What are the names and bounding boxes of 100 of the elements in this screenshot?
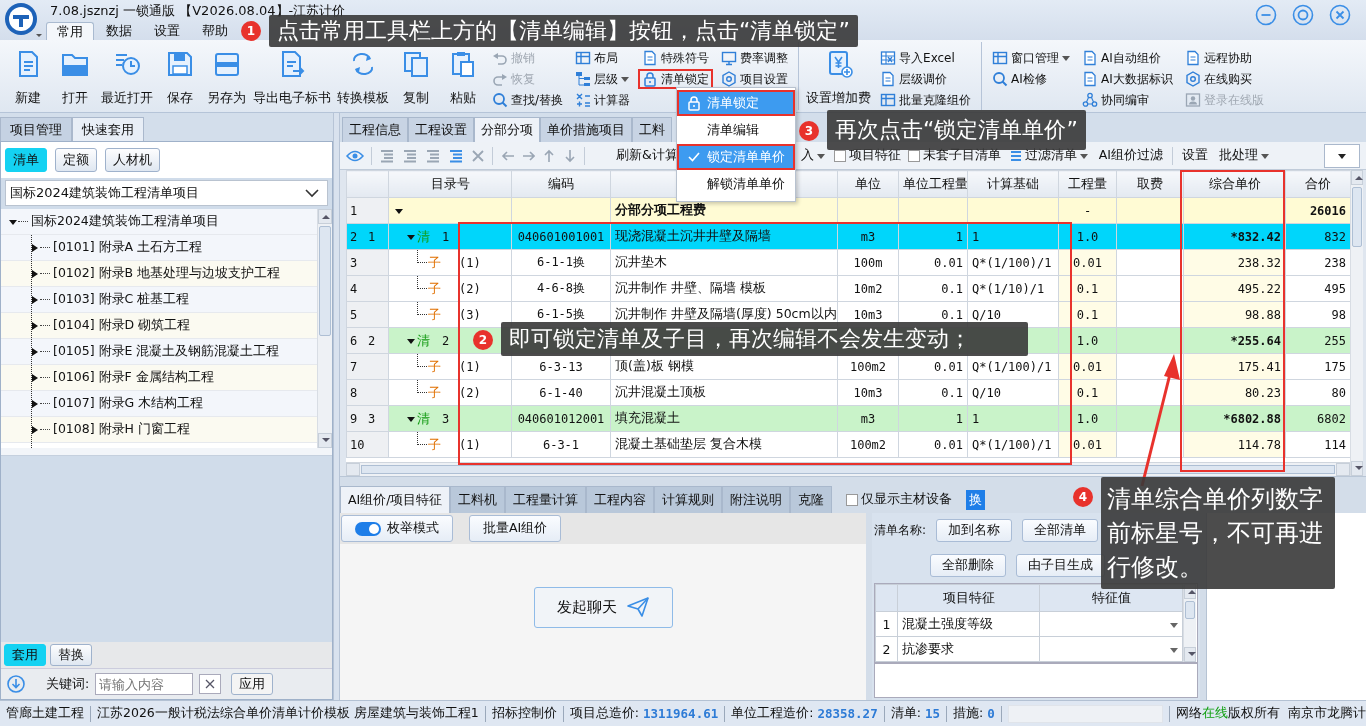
detail-tab[interactable]: 工程内容	[586, 486, 655, 513]
ribbon-button[interactable]: 层级	[571, 69, 635, 89]
ribbon-button[interactable]: AI大数据标识	[1078, 69, 1177, 89]
filter-button[interactable]: 过滤清单	[1007, 147, 1090, 164]
column-header[interactable]: 单位	[837, 170, 899, 198]
column-header[interactable]: 取费	[1116, 170, 1184, 198]
tree-item[interactable]: [0102] 附录B 地基处理与边坡支护工程	[1, 261, 317, 287]
table-row[interactable]: 9 3 清 3 040601012001 填充混凝土 m3 1 1 1.0 *6802.88 6802	[346, 405, 1351, 432]
detail-tab[interactable]: 附注说明	[722, 486, 791, 513]
list-icon[interactable]	[425, 147, 441, 164]
ribbon-button[interactable]: 导出电子标书	[250, 49, 334, 110]
refresh-icon[interactable]	[6, 674, 26, 694]
filter-button[interactable]: 人材机	[105, 148, 160, 172]
vertical-scrollbar[interactable]	[317, 209, 332, 448]
splitter-bar[interactable]	[333, 113, 340, 700]
dropdown-button[interactable]	[1324, 143, 1360, 168]
checkbox[interactable]: 项目特征	[833, 147, 901, 164]
page-tab[interactable]: 工程信息	[342, 117, 408, 142]
ribbon-button[interactable]: 转换模板	[334, 49, 392, 110]
apply-button[interactable]: 应用	[231, 673, 274, 695]
table-row[interactable]: 3 子 (1) 6-1-1换 沉井垫木 100m 0.01 Q*(1/100)/1 0.01 238.32 238	[346, 249, 1351, 276]
page-tab[interactable]: 工程设置	[408, 117, 474, 142]
clear-icon[interactable]	[199, 674, 222, 694]
dropdown-field[interactable]	[1039, 636, 1183, 662]
page-tab[interactable]: 单价措施项目	[540, 117, 632, 142]
arrow-left-icon[interactable]	[500, 148, 514, 163]
toggle-button[interactable]: 枚举模式	[341, 515, 453, 542]
action-button[interactable]: 加到名称	[936, 519, 1013, 542]
ribbon-button[interactable]: 在线购买	[1180, 69, 1268, 89]
mode-button[interactable]: 替换	[50, 644, 92, 666]
ribbon-button[interactable]: 项目设置	[717, 69, 793, 89]
batch-ai-button[interactable]: 批量AI组价	[469, 515, 562, 542]
toggle-switch[interactable]	[355, 521, 381, 536]
column-header[interactable]: 编码	[511, 170, 611, 198]
menu-item[interactable]: 清单编辑	[677, 117, 795, 143]
table-row[interactable]: 10 子 (1) 6-3-1 混凝土基础垫层 复合木模 100m2 0.01 Q*(1/100)/1 0.01 114.78 114	[346, 431, 1351, 458]
import-button[interactable]: 入	[798, 147, 827, 164]
action-button[interactable]: 全部清单	[1022, 519, 1099, 542]
arrow-up-icon[interactable]	[542, 148, 556, 163]
checkbox[interactable]: 仅显示主材设备	[846, 491, 953, 508]
menu-tab[interactable]: 帮助	[192, 22, 238, 40]
close-icon[interactable]	[1329, 4, 1351, 26]
tree-item[interactable]: [0107] 附录G 木结构工程	[1, 391, 317, 417]
table-row[interactable]: 8 子 (2) 6-1-40 沉井混凝土顶板 10m3 0.1 Q/10 0.1 80.23 80	[346, 379, 1351, 406]
ai-filter-button[interactable]: AI组价过滤	[1096, 147, 1165, 164]
column-header[interactable]: 目录号	[388, 170, 512, 198]
ribbon-button[interactable]: 查找/替换	[488, 90, 568, 110]
list-icon[interactable]	[402, 147, 418, 164]
ribbon-button[interactable]: 层级调价	[876, 69, 976, 89]
eye-icon[interactable]	[346, 148, 364, 163]
app-logo-icon[interactable]	[3, 1, 43, 39]
column-header[interactable]: 合价	[1285, 170, 1351, 198]
ribbon-button[interactable]: 远程协助	[1180, 48, 1268, 68]
menu-tab[interactable]: 常用	[46, 22, 94, 40]
list-icon[interactable]	[448, 147, 464, 164]
tree-item[interactable]: [0105] 附录E 混凝土及钢筋混凝土工程	[1, 339, 317, 365]
menu-tab[interactable]: 设置	[144, 22, 190, 40]
keyword-field[interactable]: 请输入内容	[95, 673, 194, 695]
tree-item[interactable]: [0108] 附录H 门窗工程	[1, 417, 317, 443]
ribbon-button[interactable]: 设置增加费	[803, 49, 875, 110]
table-row[interactable]: 4 子 (2) 4-6-8换 沉井制作 井壁、隔墙 模板 10m2 0.1 Q*(1/10)/1 0.1 495.22 495	[346, 275, 1351, 302]
ribbon-button[interactable]: 计算器	[571, 90, 635, 110]
ribbon-button[interactable]: 另存为	[203, 49, 250, 110]
ribbon-button[interactable]: 新建	[4, 49, 51, 110]
vertical-scrollbar[interactable]	[1350, 170, 1363, 476]
delete-icon[interactable]	[471, 148, 485, 163]
ribbon-button[interactable]: 粘贴	[439, 49, 486, 110]
mode-button[interactable]: 套用	[4, 644, 46, 666]
arrow-right-icon[interactable]	[521, 148, 535, 163]
refresh-button[interactable]: 刷新&计算	[614, 147, 680, 164]
ribbon-button[interactable]: AI自动组价	[1078, 48, 1177, 68]
arrow-down-icon[interactable]	[563, 148, 577, 163]
filter-button[interactable]: 清单	[5, 148, 47, 172]
ribbon-button[interactable]: 协同编审	[1078, 90, 1177, 110]
dropdown-field[interactable]	[1039, 611, 1183, 637]
menu-tab[interactable]: 数据	[96, 22, 142, 40]
panel-tab[interactable]: 快速套用	[72, 117, 144, 141]
ribbon-button[interactable]: 布局	[571, 48, 635, 68]
detail-tab[interactable]: 克隆	[790, 486, 833, 513]
tree-item[interactable]: [0103] 附录C 桩基工程	[1, 287, 317, 313]
tree-item[interactable]: [0106] 附录F 金属结构工程	[1, 365, 317, 391]
detail-tab[interactable]: 计算规则	[654, 486, 723, 513]
panel-tab[interactable]: 项目管理	[0, 117, 72, 141]
column-header[interactable]: 计算基础	[967, 170, 1059, 198]
table-row[interactable]: 2 1 清 1 040601001001 现浇混凝土沉井井壁及隔墙 m3 1 1 1.0 *832.42 832	[346, 223, 1351, 250]
library-dropdown[interactable]: 国标2024建筑装饰工程清单项目	[5, 180, 328, 206]
filter-button[interactable]: 定额	[55, 148, 97, 172]
page-tab[interactable]: 分部分项	[474, 117, 540, 142]
tree-item[interactable]: 国标2024建筑装饰工程清单项目	[1, 209, 317, 235]
table-row[interactable]: 1 分部分项工程费 - 26016	[346, 197, 1351, 224]
tree-item[interactable]: [0101] 附录A 土石方工程	[1, 235, 317, 261]
ribbon-button[interactable]: 复制	[392, 49, 439, 110]
detail-tab[interactable]: 工程量计算	[505, 486, 587, 513]
column-header[interactable]: 工程量	[1058, 170, 1117, 198]
minimize-icon[interactable]	[1255, 4, 1277, 26]
settings-button[interactable]: 设置	[1180, 147, 1210, 164]
ribbon-button[interactable]: 打开	[51, 49, 98, 110]
restore-icon[interactable]	[1292, 4, 1314, 26]
ribbon-button[interactable]: 费率调整	[717, 48, 793, 68]
ribbon-button[interactable]: AI检修	[988, 69, 1075, 89]
